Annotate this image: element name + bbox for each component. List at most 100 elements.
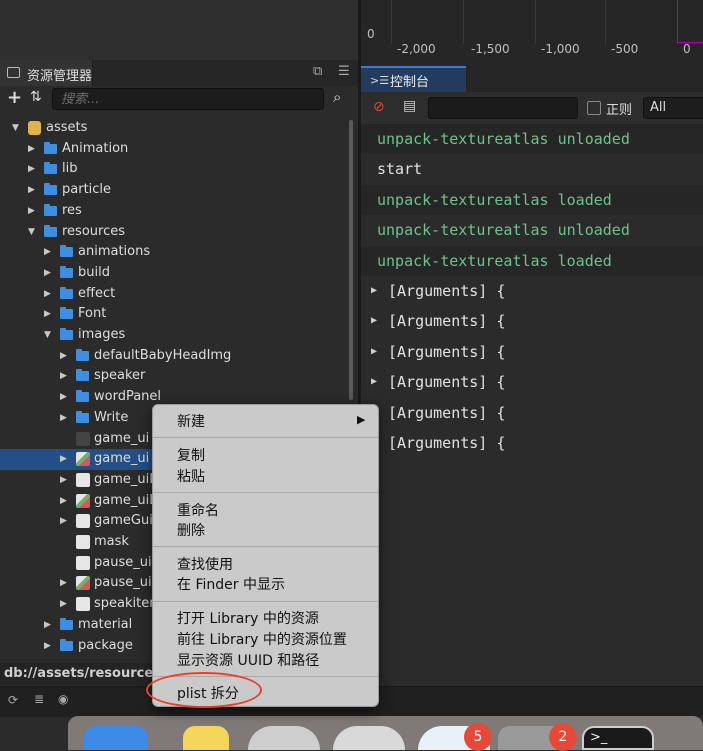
- popout-icon[interactable]: ⧉: [313, 64, 322, 79]
- search-icon[interactable]: ⌕: [333, 88, 341, 106]
- console-log-entry[interactable]: ▶ [Arguments] {: [361, 276, 703, 306]
- add-icon[interactable]: +: [7, 87, 22, 108]
- expand-arrow-icon[interactable]: ▶: [371, 276, 377, 306]
- menu-item-find-usage[interactable]: 查找使用: [177, 554, 233, 574]
- chevron-right-icon[interactable]: ▶: [28, 180, 35, 200]
- timeline-left-pane: [0, 0, 358, 60]
- console-filter-input[interactable]: [428, 97, 578, 119]
- chevron-down-icon[interactable]: ▼: [44, 325, 51, 345]
- menu-item-goto-library[interactable]: 前往 Library 中的资源位置: [177, 629, 347, 649]
- finder-icon[interactable]: [84, 726, 148, 750]
- menu-icon[interactable]: ☰: [338, 64, 350, 79]
- chevron-right-icon[interactable]: ▶: [44, 284, 51, 304]
- tree-item[interactable]: ▶ Font: [0, 304, 348, 325]
- menu-item-new[interactable]: 新建: [177, 411, 205, 431]
- chevron-right-icon[interactable]: ▶: [60, 491, 67, 511]
- folder-icon: [60, 265, 73, 278]
- chevron-right-icon[interactable]: ▶: [60, 366, 67, 386]
- log-level-select[interactable]: All: [643, 97, 703, 119]
- search-input[interactable]: [53, 89, 323, 109]
- menu-item-copy[interactable]: 复制: [177, 445, 205, 465]
- folder-icon: [60, 617, 73, 630]
- menu-item-open-in-library[interactable]: 打开 Library 中的资源: [177, 608, 319, 628]
- safari-icon[interactable]: [333, 726, 405, 750]
- console-icon: >☰: [370, 74, 390, 87]
- chevron-right-icon[interactable]: ▶: [60, 449, 67, 469]
- launchpad-icon[interactable]: [248, 726, 320, 750]
- console-log-entry: unpack-textureatlas loaded: [361, 245, 703, 276]
- tree-item[interactable]: ▶ animations: [0, 242, 348, 263]
- chevron-right-icon[interactable]: ▶: [60, 346, 67, 366]
- refresh-icon[interactable]: ⟳: [8, 693, 18, 707]
- context-menu: 新建 ▶ 复制 粘贴 重命名 删除 查找使用 在 Finder 中显示 打开 L…: [152, 404, 379, 707]
- timeline-ruler[interactable]: -2,000 -1,500 -1,000 -500 0: [361, 0, 703, 66]
- console-log-text: [Arguments] {: [388, 282, 506, 300]
- expand-arrow-icon[interactable]: ▶: [371, 337, 377, 367]
- menu-item-delete[interactable]: 删除: [177, 520, 205, 540]
- tree-item[interactable]: ▼ assets: [0, 118, 348, 139]
- notes-icon[interactable]: [183, 726, 229, 750]
- chevron-right-icon[interactable]: ▶: [60, 408, 67, 428]
- console-log-entry[interactable]: ▶[Arguments] {: [361, 428, 703, 458]
- tab-console[interactable]: >☰ 控制台: [361, 66, 466, 92]
- menu-item-show-uuid[interactable]: 显示资源 UUID 和路径: [177, 650, 319, 670]
- chevron-right-icon[interactable]: ▶: [44, 263, 51, 283]
- tree-item[interactable]: ▶ speaker: [0, 366, 348, 387]
- tree-item[interactable]: ▶ Animation: [0, 139, 348, 160]
- chevron-right-icon[interactable]: ▶: [60, 594, 67, 614]
- console-log-text: [Arguments] {: [388, 342, 506, 361]
- image-thumbnail-icon: [76, 597, 90, 612]
- console-log-entry[interactable]: ▶ [Arguments] {: [361, 306, 703, 336]
- chevron-down-icon[interactable]: ▼: [12, 118, 19, 138]
- clear-icon[interactable]: ⊘: [373, 99, 385, 115]
- chevron-right-icon[interactable]: ▶: [60, 387, 67, 407]
- console-log-text: start: [377, 160, 423, 179]
- tree-item[interactable]: ▶ effect: [0, 284, 348, 305]
- menu-item-show-in-finder[interactable]: 在 Finder 中显示: [177, 574, 285, 594]
- chevron-down-icon[interactable]: ▼: [28, 222, 35, 242]
- chevron-right-icon[interactable]: ▶: [44, 615, 51, 635]
- tree-item-label: material: [78, 616, 133, 632]
- ruler-label: -2,000: [397, 42, 436, 56]
- tree-item[interactable]: ▶ particle: [0, 180, 348, 201]
- tree-item[interactable]: ▶ lib: [0, 159, 348, 180]
- chevron-right-icon[interactable]: ▶: [60, 511, 67, 531]
- chevron-right-icon[interactable]: ▶: [28, 201, 35, 221]
- sort-icon[interactable]: ⇅: [30, 89, 42, 105]
- chevron-right-icon[interactable]: ▶: [44, 304, 51, 324]
- database-icon[interactable]: ≣: [34, 692, 44, 706]
- menu-separator: [153, 546, 378, 547]
- tree-item[interactable]: ▶ res: [0, 201, 348, 222]
- menu-item-paste[interactable]: 粘贴: [177, 466, 205, 486]
- console-log-entry[interactable]: ▶ [Arguments] {: [361, 337, 703, 367]
- tree-item[interactable]: ▶ build: [0, 263, 348, 284]
- regex-checkbox[interactable]: [587, 101, 601, 115]
- expand-arrow-icon[interactable]: ▶: [371, 367, 377, 397]
- log-file-icon[interactable]: ▤: [403, 98, 416, 114]
- chevron-right-icon[interactable]: ▶: [60, 573, 67, 593]
- chevron-right-icon[interactable]: ▶: [44, 636, 51, 656]
- tree-item[interactable]: ▼ images: [0, 325, 348, 346]
- notification-badge: 5: [464, 723, 492, 751]
- chevron-right-icon[interactable]: ▶: [44, 242, 51, 262]
- chevron-right-icon[interactable]: ▶: [28, 159, 35, 179]
- regex-label: 正则: [606, 103, 633, 118]
- macos-dock: 5 2 >_: [68, 716, 703, 751]
- chevron-right-icon[interactable]: ▶: [60, 470, 67, 490]
- eye-icon[interactable]: ◉: [58, 692, 68, 706]
- console-log-entry[interactable]: ▶[Arguments] {: [361, 398, 703, 428]
- tab-assets[interactable]: 资源管理器: [0, 60, 93, 86]
- timeline-marker: [677, 0, 703, 43]
- menu-separator: [153, 437, 378, 438]
- tree-item[interactable]: ▶ defaultBabyHeadImg: [0, 346, 348, 367]
- search-field[interactable]: [52, 88, 324, 110]
- tree-item[interactable]: ▼ resources: [0, 222, 348, 243]
- console-log-text: [Arguments] {: [388, 434, 506, 452]
- console-log-text: [Arguments] {: [388, 312, 506, 331]
- annotation-highlight: [146, 672, 262, 708]
- chevron-right-icon[interactable]: ▶: [28, 139, 35, 159]
- console-log-entry[interactable]: ▶[Arguments] {: [361, 367, 703, 397]
- terminal-icon[interactable]: >_: [582, 726, 654, 750]
- menu-item-rename[interactable]: 重命名: [177, 500, 219, 520]
- expand-arrow-icon[interactable]: ▶: [371, 306, 377, 336]
